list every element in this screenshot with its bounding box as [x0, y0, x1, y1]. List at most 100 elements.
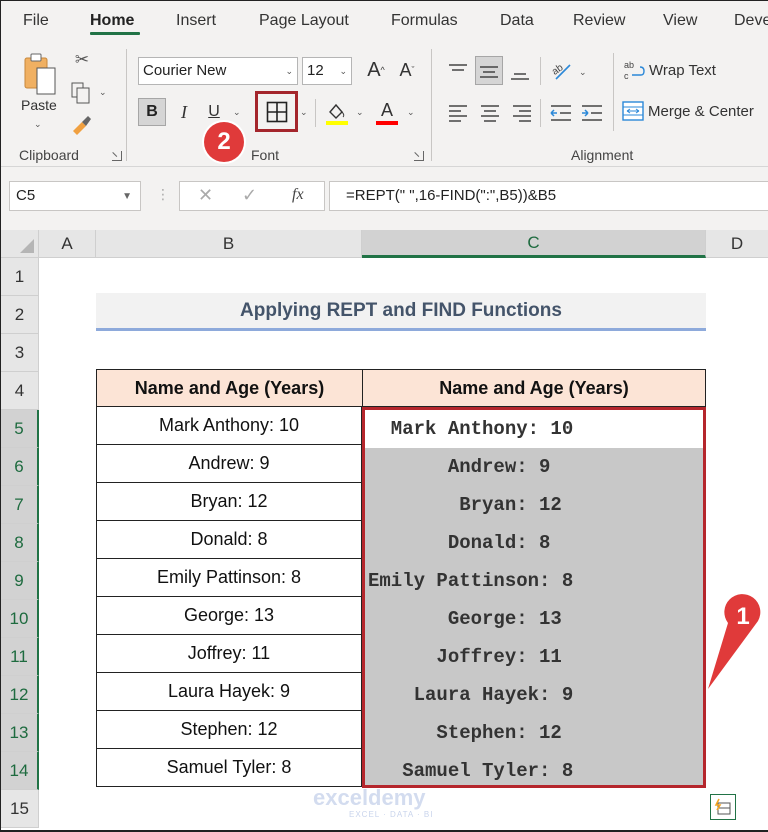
tab-developer[interactable]: Deve: [734, 12, 768, 30]
cell-b12[interactable]: Laura Hayek: 9: [96, 673, 362, 711]
cell-c11[interactable]: Joffrey: 11: [365, 638, 703, 676]
tab-page-layout[interactable]: Page Layout: [259, 12, 349, 30]
cut-button[interactable]: ✂: [71, 49, 93, 71]
copy-button[interactable]: [69, 81, 93, 105]
merge-center-button[interactable]: Merge & Center: [622, 101, 754, 121]
tab-file[interactable]: File: [23, 12, 49, 30]
align-left-icon: [449, 105, 467, 122]
cell-b9[interactable]: Emily Pattinson: 8: [96, 559, 362, 597]
row-header-6[interactable]: 6: [1, 448, 39, 486]
formula-input[interactable]: =REPT(" ",16-FIND(":",B5))&B5: [329, 181, 768, 211]
font-launcher-icon[interactable]: [414, 151, 424, 161]
increase-indent-button[interactable]: [579, 100, 605, 126]
clipboard-launcher-icon[interactable]: [112, 151, 122, 161]
fill-color-dropdown-icon[interactable]: ⌄: [356, 107, 364, 118]
orientation-dropdown-icon[interactable]: ⌄: [579, 67, 587, 78]
tab-data[interactable]: Data: [500, 12, 534, 30]
middle-align-button[interactable]: [475, 56, 503, 85]
cell-b5[interactable]: Mark Anthony: 10: [96, 407, 362, 445]
enter-icon[interactable]: ✓: [242, 185, 257, 206]
font-size-select[interactable]: 12 ⌄: [302, 57, 352, 85]
font-color-dropdown-icon[interactable]: ⌄: [407, 107, 415, 118]
borders-button[interactable]: [255, 91, 298, 132]
row-header-14[interactable]: 14: [1, 752, 39, 790]
column-header-c[interactable]: C: [362, 230, 706, 258]
underline-dropdown-icon[interactable]: ⌄: [233, 107, 241, 118]
sheet-title[interactable]: Applying REPT and FIND Functions: [96, 293, 706, 331]
align-right-icon: [513, 105, 531, 122]
cell-b11[interactable]: Joffrey: 11: [96, 635, 362, 673]
italic-button[interactable]: I: [173, 98, 195, 126]
top-align-button[interactable]: [445, 57, 471, 83]
bottom-align-button[interactable]: [507, 61, 533, 87]
font-color-button[interactable]: A: [374, 98, 400, 128]
group-separator: [431, 49, 432, 161]
header-cell-c[interactable]: Name and Age (Years): [362, 369, 706, 407]
format-painter-button[interactable]: [69, 113, 93, 137]
paste-button[interactable]: [21, 51, 61, 97]
header-cell-b[interactable]: Name and Age (Years): [96, 369, 363, 407]
tab-view[interactable]: View: [663, 12, 697, 30]
decrease-indent-button[interactable]: [548, 100, 574, 126]
wrap-text-button[interactable]: ab c Wrap Text: [623, 59, 716, 81]
copy-dropdown-icon[interactable]: ⌄: [99, 87, 107, 98]
tab-review[interactable]: Review: [573, 12, 625, 30]
borders-icon: [266, 101, 287, 122]
column-header-b[interactable]: B: [96, 230, 362, 258]
cut-icon: ✂: [74, 50, 90, 69]
bold-button[interactable]: B: [138, 98, 166, 126]
font-name-select[interactable]: Courier New ⌄: [138, 57, 298, 85]
row-header-10[interactable]: 10: [1, 600, 39, 638]
select-all-button[interactable]: [1, 230, 39, 258]
cell-c12[interactable]: Laura Hayek: 9: [365, 676, 703, 714]
row-header-13[interactable]: 13: [1, 714, 39, 752]
orientation-button[interactable]: ab: [549, 57, 575, 83]
row-header-8[interactable]: 8: [1, 524, 39, 562]
row-header-12[interactable]: 12: [1, 676, 39, 714]
increase-font-size-button[interactable]: A ^: [364, 57, 388, 83]
cell-b10[interactable]: George: 13: [96, 597, 362, 635]
align-right-button[interactable]: [509, 100, 535, 126]
row-header-4[interactable]: 4: [1, 372, 39, 410]
paste-dropdown-icon[interactable]: ⌄: [34, 119, 42, 130]
copy-icon: [71, 82, 90, 104]
merge-center-icon: [622, 101, 644, 121]
tab-formulas[interactable]: Formulas: [391, 12, 458, 30]
row-header-11[interactable]: 11: [1, 638, 39, 676]
tab-insert[interactable]: Insert: [176, 12, 216, 30]
cell-b7[interactable]: Bryan: 12: [96, 483, 362, 521]
cell-c7[interactable]: Bryan: 12: [365, 486, 703, 524]
cell-c5[interactable]: Mark Anthony: 10: [365, 410, 703, 448]
row-header-1[interactable]: 1: [1, 258, 39, 296]
cell-c6[interactable]: Andrew: 9: [365, 448, 703, 486]
row-header-3[interactable]: 3: [1, 334, 39, 372]
cell-b13[interactable]: Stephen: 12: [96, 711, 362, 749]
cell-b14[interactable]: Samuel Tyler: 8: [96, 749, 362, 787]
cell-c13[interactable]: Stephen: 12: [365, 714, 703, 752]
cell-b8[interactable]: Donald: 8: [96, 521, 362, 559]
borders-dropdown-icon[interactable]: ⌄: [300, 107, 308, 118]
tab-home[interactable]: Home: [90, 12, 134, 30]
center-button[interactable]: [477, 100, 503, 126]
column-header-d[interactable]: D: [706, 230, 768, 258]
row-header-15[interactable]: 15: [1, 790, 39, 828]
cell-b6[interactable]: Andrew: 9: [96, 445, 362, 483]
cell-c10[interactable]: George: 13: [365, 600, 703, 638]
fill-color-button[interactable]: [324, 98, 350, 128]
row-header-7[interactable]: 7: [1, 486, 39, 524]
insert-function-icon[interactable]: fx: [292, 186, 304, 204]
svg-text:c: c: [624, 71, 629, 81]
column-header-a[interactable]: A: [39, 230, 96, 258]
quick-analysis-button[interactable]: [710, 794, 736, 820]
row-header-5[interactable]: 5: [1, 410, 39, 448]
name-box[interactable]: C5 ▼: [9, 181, 141, 211]
cell-c8[interactable]: Donald: 8: [365, 524, 703, 562]
decrease-font-size-button[interactable]: Aˇ: [395, 57, 419, 83]
row-header-2[interactable]: 2: [1, 296, 39, 334]
cell-c9[interactable]: Emily Pattinson: 8: [365, 562, 703, 600]
selected-range[interactable]: Mark Anthony: 10 Andrew: 9 Bryan: 12 Don…: [362, 407, 706, 788]
align-left-button[interactable]: [445, 100, 471, 126]
cancel-icon[interactable]: ✕: [198, 185, 213, 206]
chevron-down-icon: ⌄: [285, 66, 293, 76]
row-header-9[interactable]: 9: [1, 562, 39, 600]
